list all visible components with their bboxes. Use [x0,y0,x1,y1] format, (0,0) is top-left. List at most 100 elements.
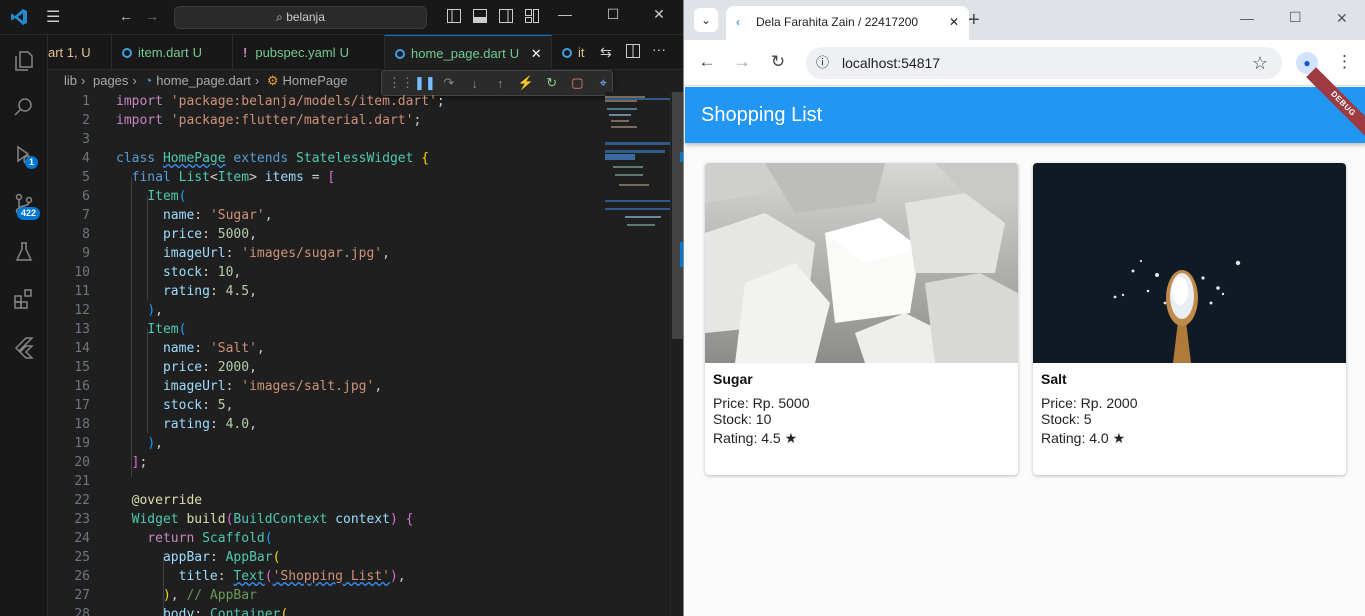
breadcrumb-item[interactable]: HomePage [283,73,348,88]
code-line: 14 name: 'Salt', [48,339,668,358]
item-stock: Stock: 10 [713,411,772,427]
line-number: 5 [82,170,90,185]
command-center-search[interactable]: ⌕ belanja [174,6,427,29]
tab-pubspec[interactable]: ! pubspec.yaml U [233,35,385,70]
step-out-icon[interactable]: ↑ [491,76,509,91]
salt-image [1033,163,1346,363]
testing-flask-icon[interactable] [0,230,48,274]
back-arrow-icon[interactable]: ← [695,52,719,72]
line-number: 18 [74,417,90,432]
open-changes-icon[interactable]: ⇆ [600,44,612,61]
browser-menu-icon[interactable]: ⋮ [1336,52,1353,72]
code-line: 22 @override [48,491,668,510]
extensions-icon[interactable] [0,277,48,321]
site-info-icon[interactable]: ⓘ [816,47,829,79]
activity-bar: 1 422 [0,35,48,616]
flutter-icon[interactable] [0,325,48,369]
item-card-sugar[interactable]: Sugar Price: Rp. 5000 Stock: 10 Rating: … [705,163,1018,475]
tab-close-icon[interactable]: ✕ [949,6,959,38]
tab-home-page[interactable]: home_page.dart U ✕ [385,35,552,70]
toggle-panel-icon[interactable] [473,9,487,26]
more-actions-icon[interactable]: ··· [652,41,666,57]
tab-label: art 1, U [48,45,91,60]
close-icon[interactable]: ✕ [639,6,679,23]
bookmark-star-icon[interactable]: ☆ [1252,47,1268,79]
menu-icon[interactable]: ☰ [46,7,60,27]
line-number: 3 [82,132,90,147]
editor-scrollbar[interactable] [670,92,683,616]
line-number: 17 [74,398,90,413]
step-over-icon[interactable]: ↷ [440,75,458,91]
pause-icon[interactable]: ❚❚ [414,75,436,91]
line-number: 6 [82,189,90,204]
stop-icon[interactable]: ▢ [569,75,587,91]
url-text: localhost:54817 [842,55,941,71]
hot-reload-icon[interactable]: ⚡ [517,75,535,91]
toggle-primary-sidebar-icon[interactable] [447,9,461,26]
code-line: 4 class HomePage extends StatelessWidget … [48,149,668,168]
maximize-icon[interactable]: ☐ [1289,9,1302,26]
line-number: 14 [74,341,90,356]
tab-search-button[interactable]: ⌄ [694,8,718,32]
yaml-file-icon: ! [243,45,248,60]
split-editor-icon[interactable] [626,44,640,63]
code-line: 17 stock: 5, [48,396,668,415]
address-bar[interactable]: ⓘ localhost:54817 ☆ [806,47,1282,79]
line-number: 25 [74,550,90,565]
item-card-salt[interactable]: Salt Price: Rp. 2000 Stock: 5 Rating: 4.… [1033,163,1346,475]
explorer-icon[interactable] [0,39,48,83]
line-number: 4 [82,151,90,166]
code-line: 11 rating: 4.5, [48,282,668,301]
editor-tabs: art 1, U item.dart U ! pubspec.yaml U home_… [48,35,683,70]
tab-close-icon[interactable]: ✕ [531,46,542,61]
search-view-icon[interactable] [0,85,48,129]
code-editor[interactable]: 1 import 'package:belanja/models/item.dar… [48,92,683,616]
breadcrumb-item[interactable]: home_page.dart [156,73,251,88]
chevron-right-icon: › [132,73,137,88]
dart-file-icon [562,48,572,58]
tab-status: U [339,45,349,60]
new-tab-icon[interactable]: + [968,9,980,32]
devtools-icon[interactable]: ⌖ [594,75,612,91]
code-line: 15 price: 2000, [48,358,668,377]
line-number: 15 [74,360,90,375]
forward-arrow-icon[interactable]: → [730,52,754,72]
minimap[interactable] [605,92,670,252]
browser-tab[interactable]: ‹ Dela Farahita Zain / 22417200 ✕ [726,6,969,40]
step-into-icon[interactable]: ↓ [466,76,484,91]
source-control-icon[interactable]: 422 [0,182,48,226]
dart-file-icon: ◔ [144,73,153,88]
hot-restart-icon[interactable]: ↻ [543,75,561,91]
run-debug-icon[interactable]: 1 [0,133,48,177]
tab-overflow[interactable]: it [552,35,597,70]
forward-arrow-icon[interactable]: → [145,8,159,24]
minimize-icon[interactable]: — [1240,10,1254,26]
breadcrumb-item[interactable]: pages [93,73,128,88]
scrollbar-thumb[interactable] [672,92,683,339]
browser-toolbar: ← → ↻ ⓘ localhost:54817 ☆ ● ⋮ [684,40,1365,86]
tab-part[interactable]: art 1, U [48,35,112,70]
drag-handle-icon[interactable]: ⋮⋮ [388,75,414,91]
minimize-icon[interactable]: — [545,6,585,22]
code-line: 16 imageUrl: 'images/salt.jpg', [48,377,668,396]
line-number: 11 [74,284,90,299]
breadcrumb-item[interactable]: lib [64,73,77,88]
customize-layout-icon[interactable] [525,9,539,26]
code-line: 28 body: Container( [48,605,668,616]
close-icon[interactable]: ✕ [1336,10,1348,27]
line-number: 12 [74,303,90,318]
back-arrow-icon[interactable]: ← [119,8,133,24]
browser-tabstrip: ⌄ ‹ Dela Farahita Zain / 22417200 ✕ + — … [684,0,1365,40]
maximize-icon[interactable]: ☐ [593,6,633,23]
code-line: 26 title: Text('Shopping List'), [48,567,668,586]
line-number: 28 [74,607,90,616]
item-rating: Rating: 4.0 ★ [1041,430,1126,446]
tab-label: it [578,45,585,60]
reload-icon[interactable]: ↻ [766,52,790,72]
code-line: 20 ]; [48,453,668,472]
toggle-secondary-sidebar-icon[interactable] [499,9,513,26]
tab-item-dart[interactable]: item.dart U [112,35,233,70]
line-number: 1 [82,94,90,109]
code-line: 6 Item( [48,187,668,206]
vscode-window: ☰ ← → ⌕ belanja — ☐ ✕ 1 422 art 1, U ite… [0,0,683,616]
